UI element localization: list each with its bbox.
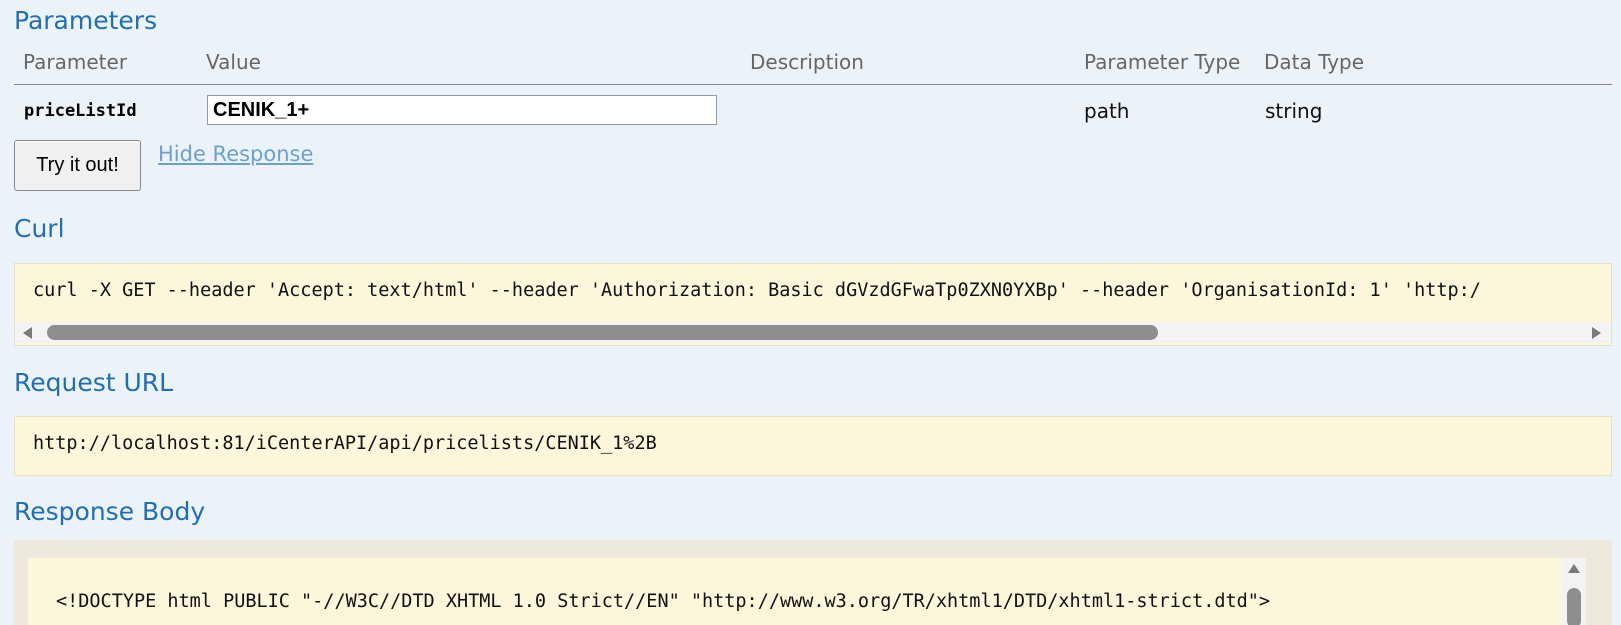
param-data-type: string xyxy=(1265,99,1323,123)
hide-response-link[interactable]: Hide Response xyxy=(158,142,313,166)
vertical-scrollbar-thumb[interactable] xyxy=(1567,588,1581,625)
curl-block: curl -X GET --header 'Accept: text/html'… xyxy=(14,263,1612,346)
request-url-text: http://localhost:81/iCenterAPI/api/price… xyxy=(33,433,657,454)
response-body-container: <!DOCTYPE html PUBLIC "-//W3C//DTD XHTML… xyxy=(14,540,1612,625)
response-body-heading: Response Body xyxy=(14,497,206,526)
curl-command: curl -X GET --header 'Accept: text/html'… xyxy=(33,280,1481,301)
header-value: Value xyxy=(206,50,261,74)
scroll-left-arrow-icon[interactable] xyxy=(23,327,32,339)
try-it-out-button[interactable]: Try it out! xyxy=(14,140,141,191)
param-name-pricelistid: priceListId xyxy=(24,101,137,121)
header-data-type: Data Type xyxy=(1264,50,1365,74)
response-body-block: <!DOCTYPE html PUBLIC "-//W3C//DTD XHTML… xyxy=(28,558,1586,625)
curl-heading: Curl xyxy=(14,214,65,243)
response-body-text: <!DOCTYPE html PUBLIC "-//W3C//DTD XHTML… xyxy=(56,591,1271,612)
param-type: path xyxy=(1084,99,1130,123)
table-header-divider xyxy=(14,84,1612,85)
curl-horizontal-scrollbar[interactable] xyxy=(15,322,1611,343)
response-vertical-scrollbar[interactable] xyxy=(1562,558,1586,625)
scroll-up-arrow-icon[interactable] xyxy=(1568,564,1580,573)
request-url-block: http://localhost:81/iCenterAPI/api/price… xyxy=(14,416,1612,476)
parameters-heading: Parameters xyxy=(14,6,158,35)
header-parameter-type: Parameter Type xyxy=(1084,50,1241,74)
header-description: Description xyxy=(750,50,864,74)
header-parameter: Parameter xyxy=(23,50,128,74)
scrollbar-thumb[interactable] xyxy=(47,325,1158,340)
pricelistid-value-input[interactable] xyxy=(207,95,717,125)
request-url-heading: Request URL xyxy=(14,368,174,397)
scroll-right-arrow-icon[interactable] xyxy=(1592,327,1601,339)
